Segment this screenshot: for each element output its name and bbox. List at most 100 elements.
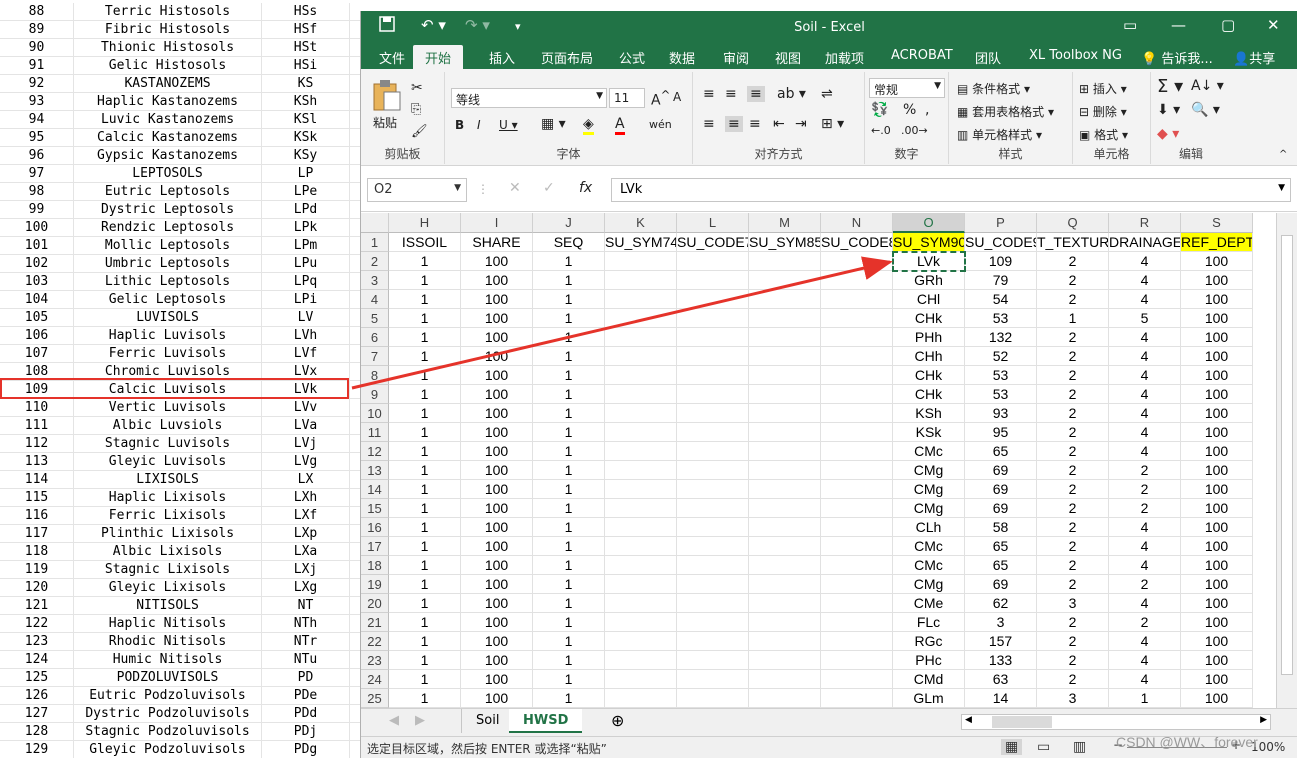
data-cell[interactable]: 69 (965, 461, 1037, 480)
header-cell[interactable]: T_TEXTURE (1037, 233, 1109, 252)
data-cell[interactable] (749, 480, 821, 499)
data-cell[interactable]: 2 (1037, 499, 1109, 518)
data-cell[interactable]: 100 (1181, 328, 1253, 347)
row-header[interactable]: 12 (361, 442, 389, 461)
data-cell[interactable]: 4 (1109, 385, 1181, 404)
data-cell[interactable]: 100 (461, 309, 533, 328)
ribbon-tab-8[interactable]: 加载项 (825, 48, 864, 67)
data-cell[interactable]: 1 (533, 461, 605, 480)
column-header-R[interactable]: R (1109, 213, 1181, 233)
data-cell[interactable] (605, 347, 677, 366)
data-cell[interactable]: 133 (965, 651, 1037, 670)
data-cell[interactable]: GLm (893, 689, 965, 708)
data-cell[interactable]: 100 (1181, 613, 1253, 632)
data-cell[interactable] (749, 442, 821, 461)
header-cell[interactable]: SU_CODE90 (965, 233, 1037, 252)
autosum-icon[interactable]: Σ ▾ (1157, 76, 1183, 97)
data-cell[interactable] (749, 670, 821, 689)
row-header[interactable]: 24 (361, 670, 389, 689)
data-cell[interactable] (605, 461, 677, 480)
data-cell[interactable] (821, 290, 893, 309)
data-cell[interactable]: 4 (1109, 651, 1181, 670)
data-cell[interactable]: 100 (1181, 423, 1253, 442)
row-header[interactable]: 19 (361, 575, 389, 594)
data-cell[interactable] (821, 309, 893, 328)
data-cell[interactable]: 2 (1037, 252, 1109, 271)
data-cell[interactable]: 100 (1181, 347, 1253, 366)
data-cell[interactable]: 1 (533, 404, 605, 423)
data-cell[interactable]: 1 (389, 575, 461, 594)
data-cell[interactable]: 1 (389, 613, 461, 632)
data-cell[interactable] (677, 271, 749, 290)
underline-icon[interactable]: U ▾ (499, 118, 518, 132)
data-cell[interactable]: 100 (461, 271, 533, 290)
italic-icon[interactable]: I (477, 118, 481, 132)
data-cell[interactable] (605, 670, 677, 689)
data-cell[interactable]: 100 (461, 290, 533, 309)
select-all-corner[interactable] (361, 213, 389, 233)
data-cell[interactable]: 157 (965, 632, 1037, 651)
data-cell[interactable]: 1 (389, 556, 461, 575)
row-header[interactable]: 7 (361, 347, 389, 366)
restore-icon[interactable]: ▢ (1221, 16, 1235, 34)
data-cell[interactable]: 100 (461, 537, 533, 556)
collapse-ribbon-icon[interactable]: ^ (1279, 149, 1287, 160)
header-cell[interactable]: SU_SYM85 (749, 233, 821, 252)
data-cell[interactable]: 53 (965, 385, 1037, 404)
data-cell[interactable]: 65 (965, 556, 1037, 575)
data-cell[interactable]: 1 (389, 594, 461, 613)
data-cell[interactable]: 1 (389, 461, 461, 480)
number-format-combo[interactable]: 常规 ▼ (869, 78, 945, 98)
data-cell[interactable]: 3 (965, 613, 1037, 632)
data-cell[interactable]: 62 (965, 594, 1037, 613)
data-cell[interactable] (677, 556, 749, 575)
data-cell[interactable]: 4 (1109, 632, 1181, 651)
data-cell[interactable] (749, 290, 821, 309)
data-cell[interactable] (749, 328, 821, 347)
data-cell[interactable]: 1 (533, 689, 605, 708)
data-cell[interactable]: 1 (389, 423, 461, 442)
ribbon-tab-6[interactable]: 审阅 (723, 48, 749, 67)
header-cell[interactable]: REF_DEPTH (1181, 233, 1253, 252)
data-cell[interactable] (677, 499, 749, 518)
data-cell[interactable] (749, 309, 821, 328)
data-cell[interactable]: 100 (1181, 309, 1253, 328)
data-cell[interactable]: CMg (893, 575, 965, 594)
decrease-decimal-icon[interactable]: .00→ (901, 124, 928, 137)
column-header-H[interactable]: H (389, 213, 461, 233)
column-header-P[interactable]: P (965, 213, 1037, 233)
data-cell[interactable]: 4 (1109, 271, 1181, 290)
data-cell[interactable] (821, 423, 893, 442)
cancel-icon[interactable]: ✕ (509, 180, 521, 196)
ribbon-tab-10[interactable]: 团队 (975, 48, 1001, 67)
data-cell[interactable]: 79 (965, 271, 1037, 290)
column-header-M[interactable]: M (749, 213, 821, 233)
data-cell[interactable]: KSk (893, 423, 965, 442)
data-cell[interactable]: 100 (461, 632, 533, 651)
align-bottom-icon[interactable]: ≡ (747, 86, 765, 102)
phonetic-icon[interactable]: wén (649, 118, 672, 131)
page-layout-icon[interactable]: ▭ (1037, 739, 1050, 755)
data-cell[interactable]: 5 (1109, 309, 1181, 328)
data-cell[interactable]: CMg (893, 480, 965, 499)
spreadsheet-grid[interactable]: H I J K L M N O P Q R S 1 ISSOIL SHARE SEQ SU_SYM74 SU_CO… (361, 213, 1276, 717)
data-cell[interactable]: 1 (389, 309, 461, 328)
data-cell[interactable]: 4 (1109, 290, 1181, 309)
header-cell[interactable]: DRAINAGE (1109, 233, 1181, 252)
data-cell[interactable]: 1 (533, 632, 605, 651)
row-header[interactable]: 20 (361, 594, 389, 613)
row-header[interactable]: 16 (361, 518, 389, 537)
data-cell[interactable]: 100 (461, 499, 533, 518)
row-header[interactable]: 10 (361, 404, 389, 423)
data-cell[interactable]: PHc (893, 651, 965, 670)
data-cell[interactable]: 4 (1109, 252, 1181, 271)
data-cell[interactable]: 100 (1181, 404, 1253, 423)
data-cell[interactable]: 1 (533, 556, 605, 575)
data-cell[interactable]: 1 (389, 271, 461, 290)
data-cell[interactable]: 2 (1109, 499, 1181, 518)
row-header[interactable]: 9 (361, 385, 389, 404)
column-header-J[interactable]: J (533, 213, 605, 233)
data-cell[interactable] (821, 518, 893, 537)
data-cell[interactable] (821, 442, 893, 461)
grow-font-icon[interactable]: A^ (651, 88, 670, 109)
